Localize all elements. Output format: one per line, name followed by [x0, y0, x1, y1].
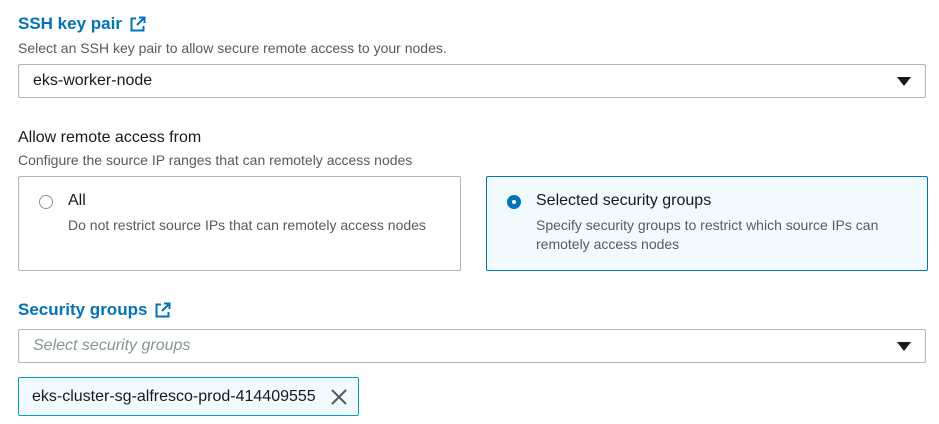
caret-down-icon [897, 341, 911, 351]
ssh-key-pair-link[interactable]: SSH key pair [18, 14, 146, 34]
security-groups-label: Security groups [18, 300, 148, 319]
ssh-key-pair-select[interactable]: eks-worker-node [18, 64, 926, 98]
option-all-description: Do not restrict source IPs that can remo… [68, 217, 426, 233]
security-groups-select[interactable]: Select security groups [18, 329, 926, 363]
ssh-key-pair-label: SSH key pair [18, 14, 122, 33]
radio-button-all[interactable] [39, 195, 53, 209]
remote-access-title: Allow remote access from [18, 129, 202, 146]
close-icon[interactable] [330, 388, 348, 406]
remote-access-option-selected-groups[interactable]: Selected security groups Specify securit… [486, 176, 928, 271]
security-group-token-label: eks-cluster-sg-alfresco-prod-414409555 [32, 387, 316, 405]
remote-access-option-all[interactable]: All Do not restrict source IPs that can … [18, 176, 461, 271]
radio-button-selected-groups[interactable] [507, 195, 521, 209]
external-link-icon[interactable] [130, 16, 146, 32]
security-group-token: eks-cluster-sg-alfresco-prod-414409555 [18, 377, 359, 416]
ssh-key-pair-value: eks-worker-node [33, 72, 153, 89]
security-groups-link[interactable]: Security groups [18, 300, 171, 320]
option-selected-groups-description: Specify security groups to restrict whic… [536, 217, 879, 252]
option-selected-groups-label: Selected security groups [536, 192, 712, 209]
external-link-icon[interactable] [155, 302, 171, 318]
caret-down-icon [897, 76, 911, 86]
remote-access-description: Configure the source IP ranges that can … [18, 152, 413, 168]
ssh-key-pair-description: Select an SSH key pair to allow secure r… [18, 40, 447, 56]
option-all-label: All [68, 192, 86, 209]
security-groups-placeholder: Select security groups [33, 337, 191, 354]
